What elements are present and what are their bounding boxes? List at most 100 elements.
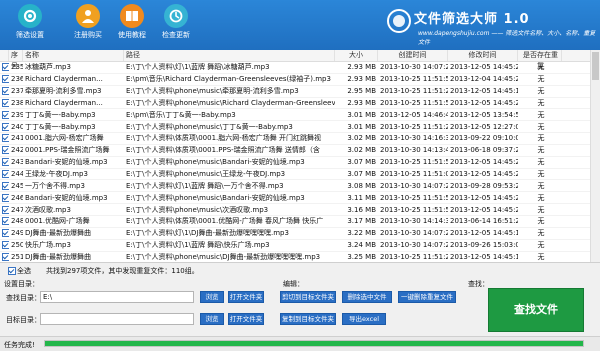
- row-checkbox[interactable]: [2, 205, 9, 214]
- copy-to-target-button[interactable]: 复制到目标文件夹: [280, 313, 336, 325]
- row-created: 2013-10-25 11:51:53: [380, 75, 448, 84]
- search-open-folder-button[interactable]: 打开文件夹: [228, 291, 264, 303]
- search-browse-button[interactable]: 浏览: [200, 291, 224, 303]
- table-row[interactable]: 238Richard Clayderman... E:\丁\个人资料\phone\…: [0, 98, 600, 110]
- col-created[interactable]: 创建时间: [378, 50, 448, 61]
- row-checkbox-cell[interactable]: [0, 63, 9, 72]
- row-checkbox[interactable]: [2, 229, 9, 238]
- row-checkbox[interactable]: [2, 193, 9, 202]
- row-checkbox[interactable]: [2, 98, 9, 107]
- row-checkbox[interactable]: [2, 158, 9, 167]
- row-checkbox[interactable]: [2, 146, 9, 155]
- find-files-button[interactable]: 查找文件: [488, 288, 584, 332]
- row-checkbox-cell[interactable]: [0, 217, 9, 226]
- table-row[interactable]: 236Richard Clayderman... E:\pm\音乐\Richard…: [0, 74, 600, 86]
- table-row[interactable]: 240丁丁&黄一-Baby.mp3 E:\丁\个人资料\phone\music\丁…: [0, 121, 600, 134]
- tutorial-label: 使用教程: [118, 31, 146, 39]
- progress-fill: [45, 341, 583, 346]
- table-row[interactable]: 2410001.脂六网-杨宏广场舞 E:\丁\个人资料\体质项\0001.脂六网-…: [0, 133, 600, 145]
- col-name[interactable]: 名称: [23, 50, 124, 61]
- row-checkbox-cell[interactable]: [0, 134, 9, 143]
- row-checkbox-cell[interactable]: [0, 181, 9, 190]
- row-checkbox[interactable]: [2, 170, 9, 179]
- row-checkbox[interactable]: [2, 87, 9, 96]
- row-checkbox-cell[interactable]: [0, 75, 9, 84]
- one-click-delete-duplicates-button[interactable]: 一键删除重复文件: [398, 291, 456, 303]
- row-checkbox[interactable]: [2, 75, 9, 84]
- row-number: 244: [11, 170, 23, 179]
- brand-url: www.dapengshujiu.com: [418, 30, 490, 37]
- table-row[interactable]: 235冰糖葫芦.mp3 E:\丁\个人资料\灯\1\蓝牌 舞蹈\冰糖葫芦.mp3 2…: [0, 62, 600, 74]
- delete-selected-button[interactable]: 删除选中文件: [342, 291, 392, 303]
- table-row[interactable]: 251DJ舞曲-最新劲爆舞曲 E:\丁\个人资料\phone\music\DJ舞曲…: [0, 252, 600, 263]
- row-number: 249: [11, 229, 23, 238]
- table-scrollbar[interactable]: [590, 50, 600, 262]
- col-number[interactable]: 序号: [9, 50, 23, 70]
- row-checkbox-cell[interactable]: [0, 158, 9, 167]
- row-checkbox[interactable]: [2, 252, 9, 261]
- row-checkbox[interactable]: [2, 110, 9, 119]
- filter-settings-button[interactable]: 筛选设置: [6, 4, 54, 48]
- row-checkbox-cell[interactable]: [0, 87, 9, 96]
- row-name: 丁丁&黄一-Baby.mp3: [25, 110, 96, 119]
- table-row[interactable]: 247次酒叹歌.mp3 E:\丁\个人资料\phone\music\次酒叹歌.mp…: [0, 204, 600, 216]
- tutorial-button[interactable]: 使用教程: [108, 4, 156, 48]
- select-all-checkbox[interactable]: [8, 267, 16, 275]
- row-modified: 2013-12-05 14:45:23: [450, 193, 518, 202]
- table-row[interactable]: 243Bandari-安妮的仙境.mp3 E:\丁\个人资料\phone\musi…: [0, 157, 600, 169]
- row-checkbox-cell[interactable]: [0, 98, 9, 107]
- row-duplicate: 无: [537, 241, 545, 250]
- row-checkbox-cell[interactable]: [0, 170, 9, 179]
- table-row[interactable]: 239丁丁&黄一-Baby.mp3 E:\pm\音乐\丁丁&黄一-Baby.mp3…: [0, 109, 600, 122]
- row-duplicate: 无: [537, 217, 545, 226]
- row-name: Richard Clayderman...: [25, 75, 103, 84]
- row-size: 3.17 MB: [347, 217, 376, 226]
- row-number: 246: [11, 193, 23, 202]
- row-checkbox-cell[interactable]: [0, 193, 9, 202]
- row-checkbox[interactable]: [2, 181, 9, 190]
- table-row[interactable]: 2480001.优酷网-广场舞 E:\丁\个人资料\体质项\0001.优酷网-广场…: [0, 216, 600, 228]
- file-table: 序号 名称 路径 大小 创建时间 修改时间 是否存在重复 235冰糖葫芦.mp3…: [0, 50, 600, 263]
- col-duplicate[interactable]: 是否存在重复: [518, 50, 562, 70]
- row-checkbox-cell[interactable]: [0, 241, 9, 250]
- row-duplicate: 无: [537, 122, 545, 131]
- check-update-button[interactable]: 检查更新: [152, 4, 200, 48]
- row-checkbox-cell[interactable]: [0, 122, 9, 131]
- table-row[interactable]: 2420001.PPS-瑞金照流广场舞 E:\丁\个人资料\体质项\0001.PP…: [0, 145, 600, 157]
- summary-text: 共找到297项文件，其中发现重复文件：110组。: [46, 267, 199, 275]
- table-row[interactable]: 249DJ舞曲-最新劲爆舞曲 E:\丁\个人资料\灯\1\DJ舞曲-最新劲爆嘿嘿嘿…: [0, 228, 600, 240]
- cut-to-target-button[interactable]: 剪切到目标文件夹: [280, 291, 336, 303]
- target-browse-button[interactable]: 浏览: [200, 313, 224, 325]
- settings-title: 设置目录：: [4, 280, 39, 288]
- export-excel-button[interactable]: 导出excel: [342, 313, 386, 325]
- row-modified: 2013-09-22 09:10:08: [450, 134, 518, 143]
- col-path[interactable]: 路径: [124, 50, 335, 61]
- col-size[interactable]: 大小: [335, 50, 378, 61]
- table-row[interactable]: 246Bandari-安妮的仙境.mp3 E:\丁\个人资料\phone\musi…: [0, 192, 600, 205]
- row-name: 0001.优酷网-广场舞: [25, 217, 90, 226]
- target-open-folder-button[interactable]: 打开文件夹: [228, 313, 264, 325]
- row-checkbox-cell[interactable]: [0, 229, 9, 238]
- row-duplicate: 无: [537, 134, 545, 143]
- row-checkbox[interactable]: [2, 241, 9, 250]
- target-dir-input[interactable]: [40, 313, 194, 325]
- register-buy-button[interactable]: 注册购买: [64, 4, 112, 48]
- search-dir-input[interactable]: E:\: [40, 291, 194, 303]
- row-path: E:\丁\个人资料\phone\music\次酒叹歌.mp3: [126, 205, 269, 214]
- status-bar: 任务完成!: [0, 336, 600, 351]
- table-row[interactable]: 237牵那夏明-流利多雪.mp3 E:\丁\个人资料\phone\music\牵那…: [0, 86, 600, 98]
- table-row[interactable]: 245一万个舍不得.mp3 E:\丁\个人资料\灯\1\蓝牌 舞蹈\一万个舍不得.…: [0, 180, 600, 193]
- scrollbar-thumb[interactable]: [592, 52, 599, 80]
- table-row[interactable]: 244王绿龙-午夜DJ.mp3 E:\丁\个人资料\phone\music\王绿龙…: [0, 169, 600, 181]
- row-checkbox-cell[interactable]: [0, 110, 9, 119]
- row-checkbox[interactable]: [2, 217, 9, 226]
- table-row[interactable]: 250快乐广场.mp3 E:\丁\个人资料\灯\1\蓝牌 舞蹈\快乐广场.mp3 3…: [0, 240, 600, 252]
- row-checkbox[interactable]: [2, 122, 9, 131]
- col-modified[interactable]: 修改时间: [448, 50, 518, 61]
- row-checkbox-cell[interactable]: [0, 146, 9, 155]
- row-checkbox-cell[interactable]: [0, 205, 9, 214]
- row-checkbox[interactable]: [2, 63, 9, 72]
- row-checkbox-cell[interactable]: [0, 252, 9, 261]
- row-checkbox[interactable]: [2, 134, 9, 143]
- edit-title: 编辑：: [283, 280, 304, 288]
